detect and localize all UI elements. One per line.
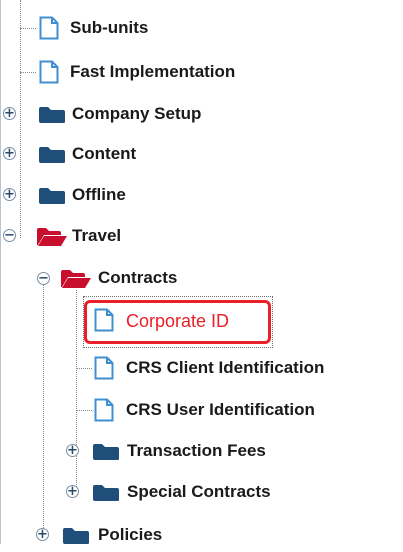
tree-item-label: Offline <box>72 185 126 204</box>
tree-item-fast-implementation[interactable]: Fast Implementation <box>1 58 403 88</box>
document-icon <box>94 308 114 332</box>
expand-plus-icon[interactable]: + <box>36 528 49 541</box>
tree-item-label: Special Contracts <box>127 482 271 501</box>
tree-item-company-setup[interactable]: + Company Setup <box>1 100 403 130</box>
document-icon <box>39 60 59 84</box>
tree-item-label: Content <box>72 144 137 163</box>
tree-item-contracts[interactable]: − Contracts <box>1 264 403 294</box>
tree-item-crs-user-identification[interactable]: CRS User Identification <box>1 396 403 426</box>
tree-item-corporate-id[interactable]: Corporate ID <box>1 300 403 344</box>
folder-closed-icon <box>93 444 119 460</box>
tree-item-label: Policies <box>98 525 163 544</box>
document-icon <box>39 16 59 40</box>
folder-closed-icon <box>93 485 119 501</box>
tree-item-policies[interactable]: + Policies <box>1 522 403 552</box>
expand-plus-icon[interactable]: + <box>3 147 16 160</box>
tree-item-transaction-fees[interactable]: + Transaction Fees <box>1 437 403 467</box>
expand-plus-icon[interactable]: + <box>3 188 16 201</box>
folder-open-icon <box>37 228 67 246</box>
tree-item-special-contracts[interactable]: + Special Contracts <box>1 478 403 508</box>
document-icon <box>94 398 114 422</box>
tree-item-label: CRS User Identification <box>126 400 315 419</box>
navigation-tree: Sub-units Fast Implementation + Company … <box>0 0 403 544</box>
expand-plus-icon[interactable]: + <box>3 107 16 120</box>
tree-item-travel[interactable]: − Travel <box>1 222 403 252</box>
collapse-minus-icon[interactable]: − <box>37 272 50 285</box>
expand-plus-icon[interactable]: + <box>66 444 79 457</box>
expand-plus-icon[interactable]: + <box>66 485 79 498</box>
folder-open-icon <box>61 270 91 288</box>
tree-item-label: Sub-units <box>70 18 149 37</box>
tree-item-sub-units[interactable]: Sub-units <box>1 14 403 44</box>
tree-item-crs-client-identification[interactable]: CRS Client Identification <box>1 354 403 384</box>
folder-closed-icon <box>63 528 89 544</box>
tree-item-label: CRS Client Identification <box>126 358 325 377</box>
tree-item-label: Corporate ID <box>126 311 230 331</box>
collapse-minus-icon[interactable]: − <box>3 229 16 242</box>
tree-item-label: Travel <box>72 226 122 245</box>
tree-item-offline[interactable]: + Offline <box>1 181 403 211</box>
tree-item-content[interactable]: + Content <box>1 140 403 170</box>
tree-item-label: Fast Implementation <box>70 62 236 81</box>
folder-closed-icon <box>39 147 65 163</box>
tree-item-label: Contracts <box>98 268 178 287</box>
tree-item-label: Company Setup <box>72 104 202 123</box>
folder-closed-icon <box>39 107 65 123</box>
document-icon <box>94 356 114 380</box>
tree-item-label: Transaction Fees <box>127 441 266 460</box>
folder-closed-icon <box>39 188 65 204</box>
